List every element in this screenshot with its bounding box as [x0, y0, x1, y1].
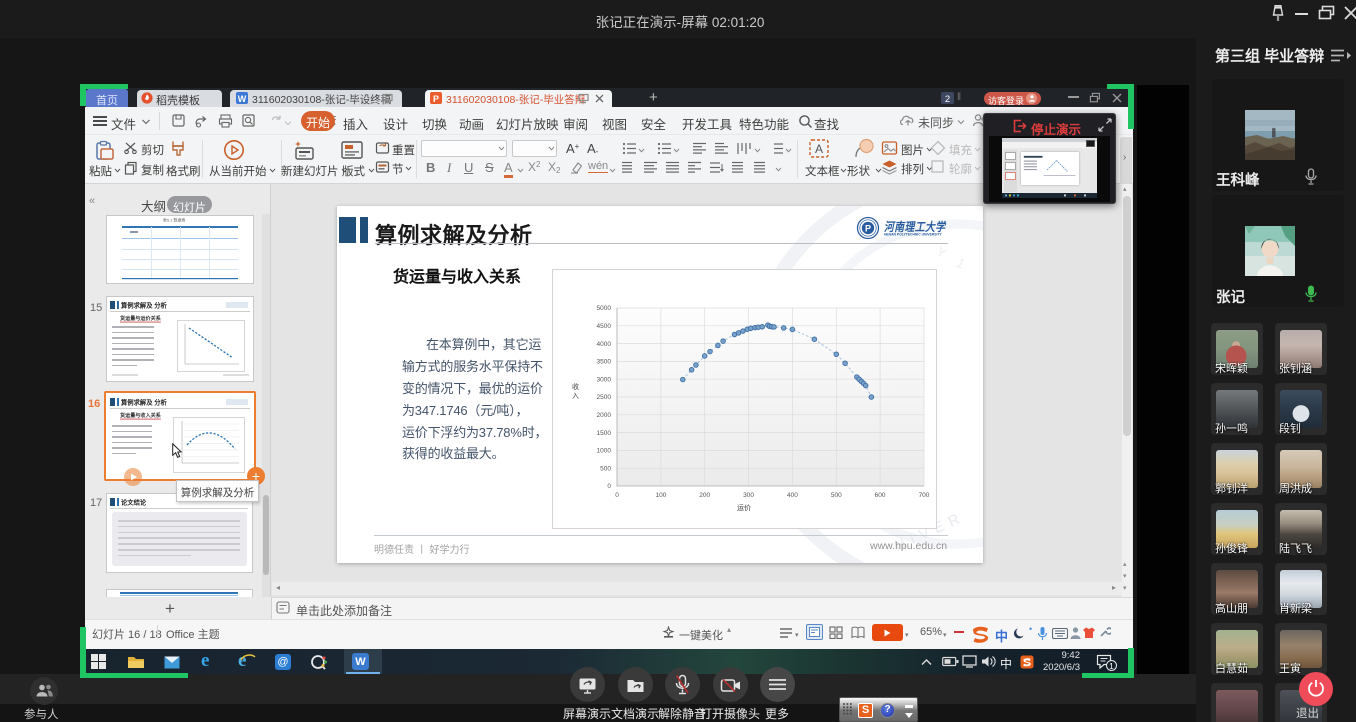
svg-text:4500: 4500: [597, 323, 612, 330]
svg-text:500: 500: [831, 492, 842, 499]
svg-text:Y 1: Y 1: [934, 243, 973, 275]
svg-text:3500: 3500: [597, 359, 612, 366]
svg-text:600: 600: [875, 492, 886, 499]
svg-text:700: 700: [919, 492, 930, 499]
svg-text:1500: 1500: [597, 430, 612, 437]
svg-text:1000: 1000: [597, 448, 612, 455]
svg-text:200: 200: [699, 492, 710, 499]
svg-text:300: 300: [743, 492, 754, 499]
svg-text:2500: 2500: [597, 394, 612, 401]
svg-text:100: 100: [655, 492, 666, 499]
svg-text:5000: 5000: [597, 305, 612, 312]
svg-text:500: 500: [600, 465, 611, 472]
svg-text:P: P: [865, 224, 871, 234]
svg-text:0: 0: [615, 492, 619, 499]
svg-text:2000: 2000: [597, 412, 612, 419]
svg-text:收: 收: [572, 382, 579, 391]
svg-text:入: 入: [572, 392, 579, 400]
svg-text:运价: 运价: [737, 504, 751, 512]
svg-text:A: A: [815, 142, 823, 156]
svg-text:4000: 4000: [597, 341, 612, 348]
svg-text:3000: 3000: [597, 376, 612, 383]
svg-text:0: 0: [607, 483, 611, 490]
svg-text:400: 400: [787, 492, 798, 499]
